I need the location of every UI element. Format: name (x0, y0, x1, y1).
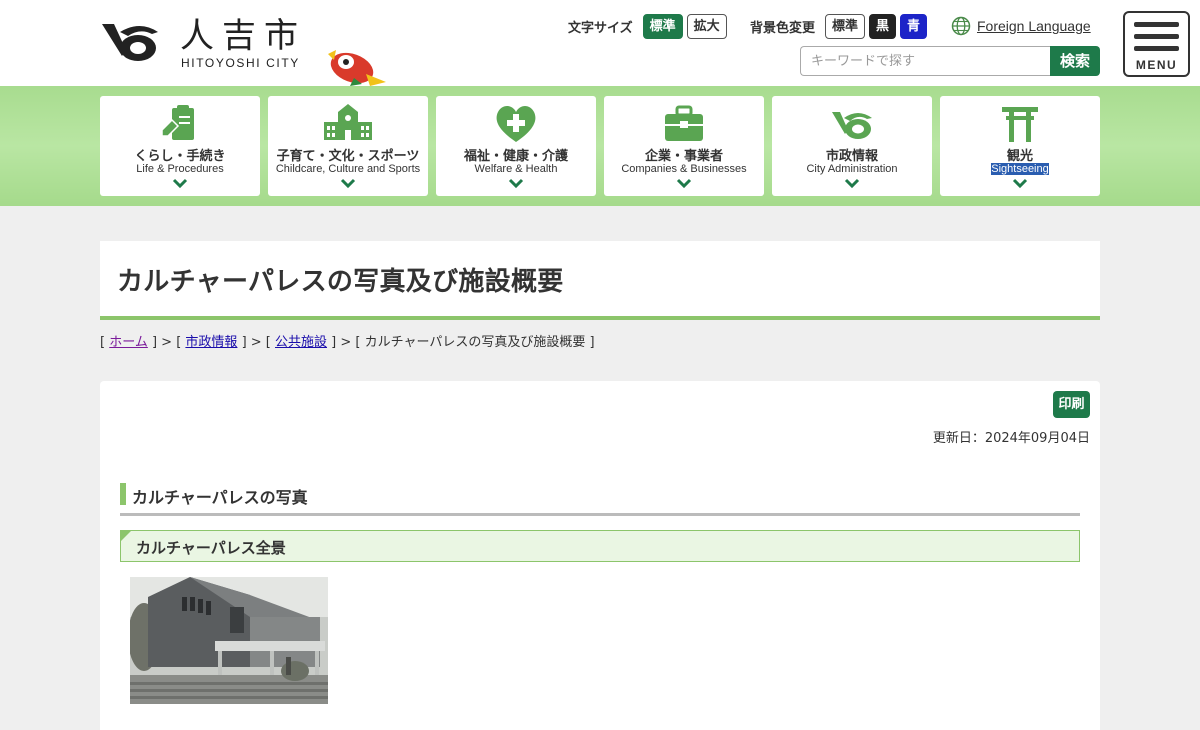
global-nav: くらし・手続き Life & Procedures 子育て・文化・スポーツ Ch… (0, 86, 1200, 206)
chevron-down-icon (508, 178, 524, 189)
nav-companies-businesses[interactable]: 企業・事業者 Companies & Businesses (604, 96, 764, 196)
print-button[interactable]: 印刷 (1053, 391, 1090, 418)
heart-cross-icon (496, 106, 536, 142)
bg-color-label: 背景色変更 (750, 20, 816, 36)
main-content: 印刷 更新日：2024年09月04日 カルチャーパレスの写真 カルチャーパレス全… (100, 381, 1100, 730)
culture-palace-photo (130, 577, 328, 704)
nav-label-jp: 福祉・健康・介護 (463, 149, 568, 164)
breadcrumb-home-link[interactable]: ホーム (109, 335, 148, 350)
bg-color-black-button[interactable]: 黒 (869, 13, 897, 39)
search-button[interactable]: 検索 (1050, 46, 1100, 76)
site-search: 検索 (800, 46, 1100, 76)
font-size-control: 文字サイズ 標準 拡大 (568, 13, 731, 39)
chevron-down-icon (1012, 178, 1028, 189)
clipboard-icon (161, 105, 194, 140)
menu-button[interactable]: MENU (1123, 11, 1190, 77)
menu-label: MENU (1135, 58, 1178, 72)
nav-label-en: Life & Procedures (136, 163, 224, 175)
site-header: 人吉市 HITOYOSHI CITY 文字サイズ 標準 拡大 背景色変更 標準 … (0, 0, 1200, 86)
chevron-down-icon (676, 178, 692, 189)
nav-label-jp: 市政情報 (825, 149, 878, 164)
nav-welfare-health[interactable]: 福祉・健康・介護 Welfare & Health (436, 96, 596, 196)
bg-color-blue-button[interactable]: 青 (900, 13, 928, 39)
section-heading: カルチャーパレスの写真 (120, 482, 1080, 516)
nav-label-en: City Administration (806, 163, 898, 175)
chevron-down-icon (172, 178, 188, 189)
globe-icon (951, 16, 971, 36)
breadcrumb-current: カルチャーパレスの写真及び施設概要 (364, 335, 586, 350)
font-size-standard-button[interactable]: 標準 (642, 13, 683, 39)
page-title-box: カルチャーパレスの写真及び施設概要 (100, 241, 1100, 320)
nav-label-en: Sightseeing (991, 163, 1049, 175)
city-emblem-icon (832, 112, 872, 139)
breadcrumb-city-admin-link[interactable]: 市政情報 (185, 335, 237, 350)
nav-label-en: Welfare & Health (474, 163, 558, 175)
page-title: カルチャーパレスの写真及び施設概要 (117, 267, 564, 297)
updated-date: 更新日：2024年09月04日 (932, 431, 1090, 446)
nav-label-en: Companies & Businesses (621, 163, 747, 175)
breadcrumb-public-facilities-link[interactable]: 公共施設 (275, 335, 327, 350)
foreign-language-link[interactable]: Foreign Language (951, 16, 1091, 36)
nav-city-administration[interactable]: 市政情報 City Administration (772, 96, 932, 196)
hamburger-icon (1134, 22, 1179, 27)
chevron-down-icon (844, 178, 860, 189)
torii-gate-icon (1002, 107, 1038, 142)
section-heading-text: カルチャーパレスの写真 (132, 488, 308, 507)
font-size-large-button[interactable]: 拡大 (686, 13, 727, 39)
nav-label-jp: 子育て・文化・スポーツ (276, 149, 420, 164)
mascot-character-icon (328, 50, 386, 86)
nav-label-en: Childcare, Culture and Sports (275, 163, 421, 175)
logo-text-jp: 人吉市 (180, 16, 306, 56)
nav-life-procedures[interactable]: くらし・手続き Life & Procedures (100, 96, 260, 196)
logo-text-en: HITOYOSHI CITY (181, 56, 300, 70)
chevron-down-icon (340, 178, 356, 189)
breadcrumb: [ ホーム ] > [ 市政情報 ] > [ 公共施設 ] > [ カルチャーパ… (100, 335, 595, 350)
bg-color-standard-button[interactable]: 標準 (825, 13, 866, 39)
subsection-heading: カルチャーパレス全景 (120, 530, 1080, 562)
site-logo[interactable]: 人吉市 HITOYOSHI CITY (100, 17, 320, 73)
nav-childcare-culture-sports[interactable]: 子育て・文化・スポーツ Childcare, Culture and Sport… (268, 96, 428, 196)
nav-sightseeing[interactable]: 観光 Sightseeing (940, 96, 1100, 196)
foreign-language-label: Foreign Language (977, 18, 1091, 34)
city-emblem-icon (102, 24, 158, 61)
bg-color-control: 背景色変更 標準 黒 青 (750, 13, 931, 39)
nav-label-jp: くらし・手続き (134, 149, 226, 164)
nav-label-jp: 観光 (1006, 149, 1033, 164)
subsection-heading-text: カルチャーパレス全景 (136, 539, 286, 557)
font-size-label: 文字サイズ (568, 20, 633, 36)
search-input[interactable] (800, 46, 1052, 76)
nav-label-jp: 企業・事業者 (644, 149, 723, 164)
school-icon (324, 104, 372, 140)
briefcase-icon (665, 105, 703, 141)
